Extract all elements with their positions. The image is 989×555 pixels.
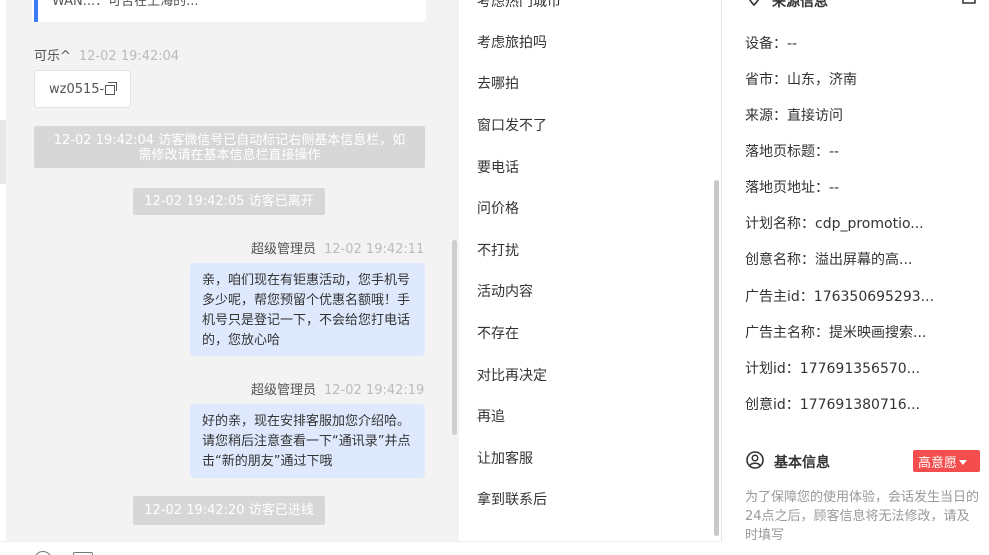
info-value: 溢出屏幕的高... <box>815 252 913 268</box>
info-value: -- <box>787 36 798 52</box>
edit-icon[interactable] <box>960 0 978 6</box>
message-time: 12-02 19:42:04 <box>78 49 180 64</box>
info-row-landing-title: 落地页标题：-- <box>745 141 839 161</box>
quick-replies-panel: 考虑热门城市 考虑旅拍吗 去哪拍 窗口发不了 要电话 问价格 不打扰 活动内容 … <box>459 0 721 555</box>
info-row-creative-id: 创意id：177691380716... <box>745 394 920 414</box>
info-value: -- <box>829 180 840 196</box>
info-label: 计划id： <box>745 361 800 377</box>
quick-reply-item[interactable]: 问价格 <box>477 198 519 218</box>
system-notice: 12-02 19:42:05 访客已离开 <box>133 188 325 215</box>
intent-tag-label: 高意愿 <box>918 456 958 471</box>
sender-name: 可乐^ <box>34 49 71 64</box>
quick-reply-item[interactable]: 要电话 <box>477 157 519 177</box>
wechat-id: wz0515- <box>49 82 105 97</box>
info-label: 设备： <box>745 36 787 52</box>
info-value: 山东，济南 <box>787 72 857 88</box>
copy-icon[interactable] <box>105 82 118 95</box>
quick-reply-item[interactable]: 去哪拍 <box>477 73 519 93</box>
info-label: 广告主名称： <box>745 325 829 341</box>
emoji-icon[interactable] <box>34 551 52 555</box>
quick-reply-item[interactable]: 让加客服 <box>477 448 533 468</box>
caret-down-icon <box>959 460 968 465</box>
system-notice: 12-02 19:42:20 访客已进线 <box>133 496 325 525</box>
info-label: 落地页标题： <box>745 144 829 160</box>
chat-panel: WAN...：可否在上海的... 可乐^ 12-02 19:42:04 wz051… <box>6 0 459 555</box>
quick-reply-item[interactable]: 不打扰 <box>477 240 519 260</box>
message-time: 12-02 19:42:19 <box>324 383 425 398</box>
top-message-card: WAN...：可否在上海的... <box>32 0 426 22</box>
info-row-advertiser-name: 广告主名称：提米映画搜索... <box>745 322 926 342</box>
message-header: 超级管理员 12-02 19:42:11 <box>251 238 424 257</box>
visitor-info-panel: 来源信息 设备：-- 省市：山东，济南 来源：直接访问 落地页标题：-- 落地页… <box>722 0 989 555</box>
info-label: 创意名称： <box>745 252 815 268</box>
sender-name: 超级管理员 <box>251 383 317 398</box>
info-label: 省市： <box>745 72 787 88</box>
quick-reply-item[interactable]: 对比再决定 <box>477 365 547 385</box>
sender-name: 超级管理员 <box>251 242 317 257</box>
quick-reply-item[interactable]: 考虑热门城市 <box>477 0 561 11</box>
info-label: 创意id： <box>745 397 800 413</box>
info-row-creative-name: 创意名称：溢出屏幕的高... <box>745 249 912 269</box>
info-label: 来源： <box>745 108 787 124</box>
message-time: 12-02 19:42:11 <box>324 242 425 257</box>
chat-toolbar <box>0 541 722 555</box>
info-row-advertiser-id: 广告主id：176350695293... <box>745 286 934 306</box>
quick-reply-item[interactable]: 活动内容 <box>477 281 533 301</box>
message-header: 可乐^ 12-02 19:42:04 <box>34 45 179 64</box>
intent-tag-dropdown[interactable]: 高意愿 <box>913 450 980 472</box>
info-value: 直接访问 <box>787 108 843 124</box>
info-row-source: 来源：直接访问 <box>745 105 843 125</box>
source-info-title: 来源信息 <box>772 0 828 10</box>
info-label: 计划名称： <box>745 216 815 232</box>
quick-replies-scrollbar[interactable] <box>714 180 719 536</box>
quick-reply-item[interactable]: 窗口发不了 <box>477 115 547 135</box>
quick-reply-item[interactable]: 拿到联系后 <box>477 489 547 509</box>
info-row-device: 设备：-- <box>745 33 797 53</box>
message-header: 超级管理员 12-02 19:42:19 <box>251 379 424 398</box>
message-bubble: 亲，咱们现在有钜惠活动，您手机号多少呢，帮您预留个优惠名额哦！手机号只是登记一下… <box>190 263 425 356</box>
info-value: 提米映画搜索... <box>829 325 927 341</box>
info-value: -- <box>829 144 840 160</box>
info-label: 广告主id： <box>745 289 814 305</box>
basic-info-title: 基本信息 <box>774 455 830 471</box>
quick-reply-item[interactable]: 再追 <box>477 406 505 426</box>
message-bubble: 好的亲，现在安排客服加您介绍哈。请您稍后注意查看一下“通讯录”并点击“新的朋友”… <box>190 404 425 478</box>
edit-notice: 为了保障您的使用体验，会话发生当日的24点之后，顾客信息将无法修改，请及时填写 <box>745 490 980 543</box>
info-value: 177691380716... <box>799 397 921 413</box>
info-row-landing-url: 落地页地址：-- <box>745 177 839 197</box>
accent-bar <box>34 0 38 22</box>
chat-scrollbar[interactable] <box>452 240 457 435</box>
quick-reply-item[interactable]: 考虑旅拍吗 <box>477 32 547 52</box>
info-value: 177691356570... <box>799 361 921 377</box>
info-row-plan-id: 计划id：177691356570... <box>745 358 920 378</box>
info-value: 176350695293... <box>813 289 935 305</box>
info-label: 落地页地址： <box>745 180 829 196</box>
user-circle-icon <box>746 451 764 469</box>
info-value: cdp_promotio... <box>815 216 924 232</box>
location-pin-icon <box>749 0 759 6</box>
wechat-id-card[interactable]: wz0515- <box>34 70 131 108</box>
system-notice: 12-02 19:42:04 访客微信号已自动标记右侧基本信息栏，如需修改请在基… <box>34 126 425 168</box>
quick-reply-item[interactable]: 不存在 <box>477 323 519 343</box>
top-card-text: WAN...：可否在上海的... <box>52 0 199 9</box>
info-row-region: 省市：山东，济南 <box>745 69 857 89</box>
info-row-plan-name: 计划名称：cdp_promotio... <box>745 213 924 233</box>
